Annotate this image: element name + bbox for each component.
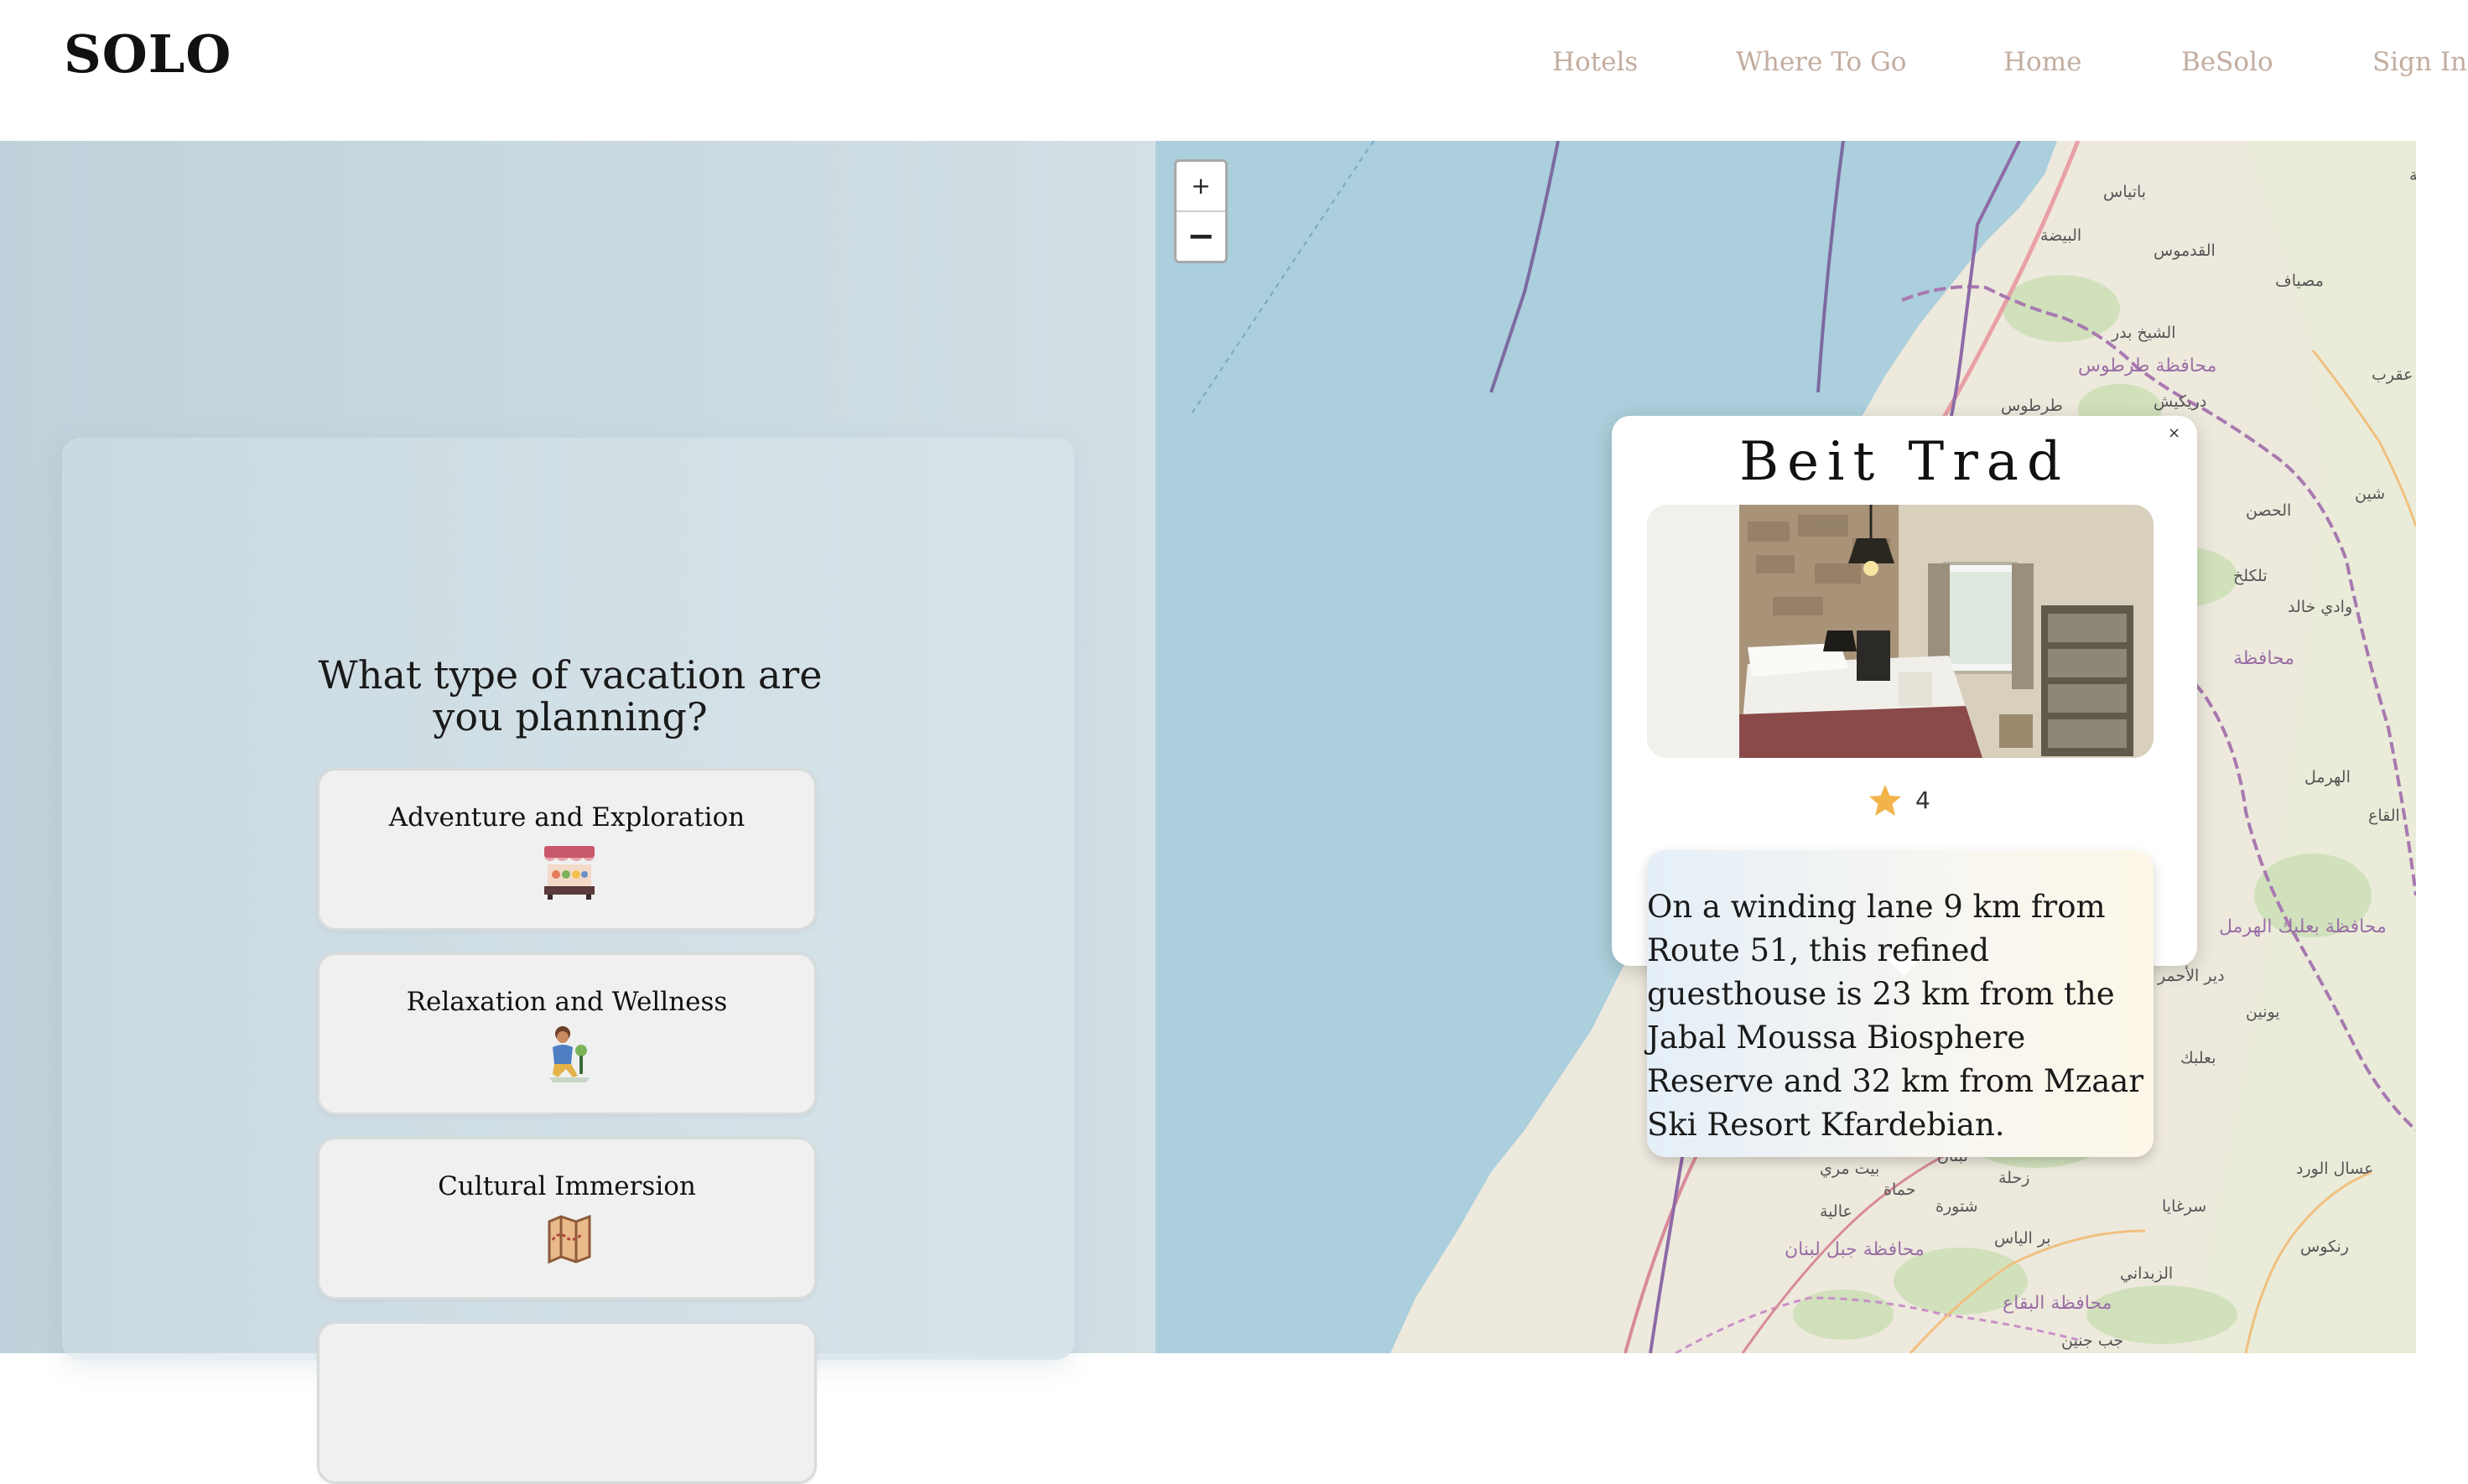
- map-label: الزبداني: [2120, 1264, 2174, 1283]
- map-label: رنكوس: [2300, 1238, 2349, 1256]
- map-label: تلكلخ: [2233, 567, 2268, 585]
- map-label: محافظة البقاع: [2003, 1293, 2112, 1314]
- option-adventure-exploration[interactable]: Adventure and Exploration: [317, 768, 817, 931]
- nav-besolo[interactable]: BeSolo: [2181, 47, 2273, 77]
- map-label: الحصن: [2246, 501, 2292, 520]
- option-label: Cultural Immersion: [438, 1171, 696, 1201]
- map-label: باتياس: [2103, 183, 2147, 201]
- option-fourth[interactable]: [317, 1321, 817, 1484]
- zoom-out-button[interactable]: −: [1177, 212, 1225, 261]
- map-label: وادي خالد: [2288, 598, 2353, 616]
- map-label: عالية: [1820, 1202, 1852, 1221]
- wellness-person-icon: [549, 1026, 590, 1082]
- map-label: الهرمل: [2304, 768, 2351, 786]
- map-label: القدموس: [2154, 241, 2216, 260]
- hotel-photo: [1647, 505, 2154, 758]
- star-icon: [1869, 785, 1901, 816]
- map-label: الشيخ بدر: [2112, 324, 2176, 342]
- map-label: البيضة: [2040, 226, 2082, 245]
- map-label: شتورة: [1935, 1197, 1978, 1216]
- map-label: محافظة: [2233, 648, 2295, 669]
- map-label: بيت مري: [1820, 1160, 1880, 1178]
- map-label: يونين: [2246, 1003, 2280, 1021]
- map-zoom-control: + −: [1174, 159, 1228, 263]
- map-label: دريكيش: [2154, 392, 2207, 411]
- map-label: جب جنين: [2061, 1331, 2124, 1350]
- map-label: زحلة: [1998, 1169, 2030, 1187]
- map-label: طرطوس: [2001, 397, 2063, 415]
- map-label: سرغايا: [2162, 1197, 2207, 1216]
- site-logo[interactable]: SOLO: [64, 23, 231, 85]
- market-stall-icon: [544, 846, 595, 900]
- option-cultural-immersion[interactable]: Cultural Immersion: [317, 1137, 817, 1300]
- map-label: محافظة طرطوس: [2078, 355, 2217, 376]
- map-label: القاع: [2368, 807, 2400, 825]
- option-label: Relaxation and Wellness: [406, 987, 728, 1017]
- site-header: SOLO Hotels Where To Go Home BeSolo Sign…: [0, 0, 2468, 141]
- map-label: محافظة بعلبك الهرمل: [2219, 916, 2387, 937]
- map-icon: [548, 1214, 591, 1264]
- map-label: محافظة جبل لبنان: [1785, 1239, 1925, 1260]
- map-label: عقرب: [2372, 366, 2413, 384]
- option-label: Adventure and Exploration: [388, 802, 746, 833]
- map-label: أصيلة: [2409, 166, 2416, 184]
- hotel-description: On a winding lane 9 km from Route 51, th…: [1647, 889, 2144, 1143]
- map-label: شين: [2355, 485, 2386, 503]
- map-label: حماة: [1883, 1180, 1916, 1199]
- nav-hotels[interactable]: Hotels: [1552, 47, 1638, 77]
- hotel-room-image: [1647, 505, 2154, 758]
- map-label: بعلبك: [2180, 1049, 2216, 1067]
- nav-where-to-go[interactable]: Where To Go: [1736, 47, 1906, 77]
- zoom-in-button[interactable]: +: [1177, 162, 1225, 212]
- map-label: عسال الورد: [2296, 1160, 2374, 1178]
- option-relaxation-wellness[interactable]: Relaxation and Wellness: [317, 952, 817, 1115]
- nav-sign-in[interactable]: Sign In: [2372, 47, 2467, 77]
- rating-value: 4: [1915, 786, 1930, 814]
- map-label: مصياف: [2275, 272, 2324, 290]
- hotel-title: Beit Trad: [1739, 431, 2070, 493]
- quiz-question: What type of vacation are you planning?: [318, 652, 823, 739]
- map-label: دير الأحمر: [2158, 967, 2225, 985]
- nav-home[interactable]: Home: [2003, 47, 2081, 77]
- map-label: بر الياس: [1994, 1229, 2051, 1248]
